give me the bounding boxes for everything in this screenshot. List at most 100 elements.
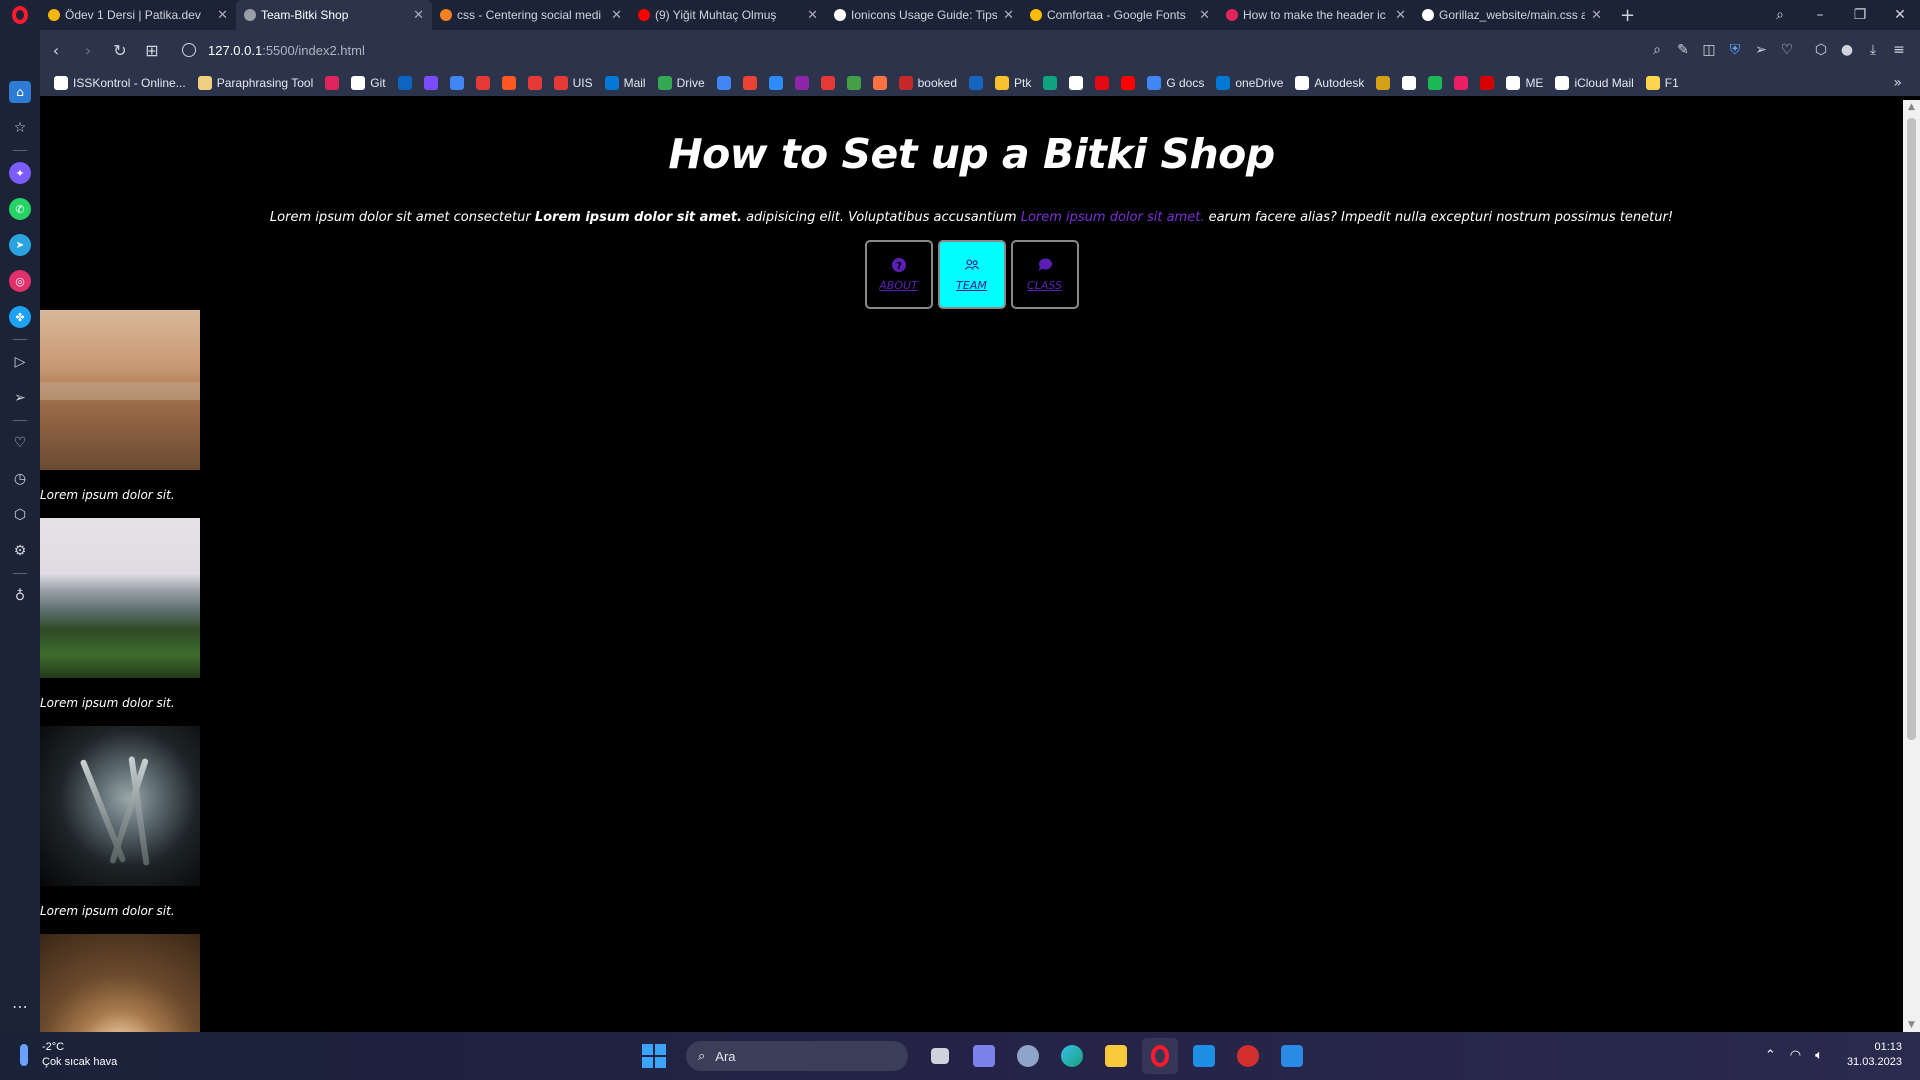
snapshot-icon[interactable]: ◫ — [1696, 42, 1722, 58]
settings-gear-icon[interactable]: ⚙ — [9, 540, 31, 562]
bookmark-item[interactable]: oneDrive — [1216, 76, 1283, 90]
edge-icon[interactable] — [1054, 1038, 1090, 1074]
bookmark-item[interactable]: Drive — [657, 76, 705, 90]
bookmark-item[interactable] — [1069, 76, 1084, 90]
bookmark-item[interactable] — [1095, 76, 1110, 90]
back-button[interactable]: ‹ — [40, 41, 72, 60]
bookmark-item[interactable] — [872, 76, 887, 90]
adblock-shield-icon[interactable]: ⛨ — [1722, 42, 1748, 58]
messenger-icon[interactable]: ✦ — [9, 162, 31, 184]
bookmark-item[interactable] — [325, 76, 340, 90]
send-icon[interactable]: ➢ — [1748, 42, 1774, 58]
home-icon[interactable]: ⌂ — [9, 81, 31, 103]
tab-close-icon[interactable]: ✕ — [1591, 7, 1602, 23]
bookmark-item[interactable]: booked — [898, 76, 957, 90]
file-explorer-icon[interactable] — [1098, 1038, 1134, 1074]
bookmark-item[interactable] — [742, 76, 757, 90]
new-tab-button[interactable]: + — [1610, 5, 1645, 26]
bookmark-item[interactable]: F1 — [1645, 76, 1679, 90]
browser-tab[interactable]: css - Centering social medi ✕ — [432, 0, 630, 30]
profile-avatar-icon[interactable]: ● — [1834, 42, 1860, 58]
bookmark-item[interactable] — [1121, 76, 1136, 90]
volume-icon[interactable]: 🔈︎ — [1815, 1047, 1823, 1063]
tab-close-icon[interactable]: ✕ — [217, 7, 228, 23]
tips-lightbulb-icon[interactable]: ♁ — [9, 585, 31, 607]
bookmark-item[interactable]: Mail — [604, 76, 646, 90]
bookmarks-heart-icon[interactable]: ♡ — [9, 432, 31, 454]
bookmarks-overflow-button[interactable]: » — [1893, 75, 1902, 91]
browser-tab[interactable]: Comfortaa - Google Fonts ✕ — [1022, 0, 1218, 30]
taskbar-search[interactable]: ⌕ Ara — [686, 1041, 908, 1071]
twitter-icon[interactable]: ✤ — [9, 306, 31, 328]
start-button[interactable] — [636, 1038, 672, 1074]
bookmark-item[interactable] — [716, 76, 731, 90]
tab-close-icon[interactable]: ✕ — [1003, 7, 1014, 23]
scrollbar-thumb[interactable] — [1907, 118, 1916, 740]
bookmark-item[interactable]: ISSKontrol - Online... — [54, 76, 186, 90]
bookmark-item[interactable] — [846, 76, 861, 90]
vscode-icon[interactable] — [1274, 1038, 1310, 1074]
bookmark-item[interactable]: Autodesk — [1295, 76, 1364, 90]
bookmark-item[interactable] — [527, 76, 542, 90]
tab-close-icon[interactable]: ✕ — [1395, 7, 1406, 23]
bookmark-item[interactable] — [1043, 76, 1058, 90]
bookmark-item[interactable] — [969, 76, 983, 90]
settings-app-icon[interactable] — [1010, 1038, 1046, 1074]
bookmark-item[interactable] — [1428, 76, 1443, 90]
browser-tab[interactable]: Team-Bitki Shop ✕ — [236, 0, 432, 30]
browser-tab[interactable]: How to make the header ic ✕ — [1218, 0, 1414, 30]
reload-button[interactable]: ↻ — [104, 41, 136, 60]
site-info-icon[interactable] — [182, 43, 196, 57]
player-icon[interactable]: ▷ — [9, 351, 31, 373]
flow-send-icon[interactable]: ➢ — [9, 387, 31, 409]
edit-icon[interactable]: ✎ — [1670, 42, 1696, 58]
minimize-button[interactable]: – — [1800, 7, 1840, 23]
bookmark-item[interactable] — [397, 76, 412, 90]
bookmark-item[interactable]: Paraphrasing Tool — [197, 76, 313, 90]
bookmark-item[interactable]: G docs — [1147, 76, 1204, 90]
bookmark-item[interactable] — [475, 76, 490, 90]
bookmark-item[interactable] — [1480, 76, 1495, 90]
team-button[interactable]: TEAM — [937, 240, 1006, 309]
scroll-down-arrow[interactable]: ▼ — [1903, 1020, 1920, 1030]
page-scrollbar[interactable]: ▲ ▼ — [1903, 100, 1920, 1032]
instagram-icon[interactable]: ◎ — [9, 270, 31, 292]
task-view-icon[interactable] — [922, 1038, 958, 1074]
bookmark-item[interactable]: UIS — [553, 76, 593, 90]
bookmark-item[interactable] — [423, 76, 438, 90]
tab-close-icon[interactable]: ✕ — [807, 7, 818, 23]
app-red-icon[interactable] — [1230, 1038, 1266, 1074]
star-icon[interactable]: ☆ — [9, 117, 31, 139]
search-tabs-icon[interactable]: ⌕ — [1760, 7, 1800, 23]
bookmark-item[interactable] — [794, 76, 809, 90]
bookmark-item[interactable] — [1402, 76, 1417, 90]
bookmark-item[interactable] — [820, 76, 835, 90]
intro-link[interactable]: Lorem ipsum dolor sit amet. — [1021, 210, 1205, 225]
zoom-icon[interactable]: ⌕ — [1644, 42, 1670, 58]
clock[interactable]: 01:13 31.03.2023 — [1847, 1040, 1902, 1070]
bookmark-item[interactable]: Git — [351, 76, 386, 90]
teams-chat-icon[interactable] — [966, 1038, 1002, 1074]
telegram-icon[interactable]: ➤ — [9, 234, 31, 256]
bookmark-item[interactable] — [768, 76, 783, 90]
whatsapp-icon[interactable]: ✆ — [9, 198, 31, 220]
bookmark-item[interactable] — [449, 76, 464, 90]
more-options-icon[interactable]: ⋯ — [12, 997, 28, 1016]
class-button[interactable]: CLASS — [1010, 240, 1079, 309]
tab-close-icon[interactable]: ✕ — [611, 7, 622, 23]
url-field[interactable]: 127.0.0.1:5500/index2.html — [182, 43, 365, 58]
browser-tab[interactable]: Gorillaz_website/main.css a ✕ — [1414, 0, 1610, 30]
bookmark-item[interactable]: ME — [1506, 76, 1543, 90]
wifi-icon[interactable]: ◠ — [1790, 1047, 1801, 1063]
opera-taskbar-icon[interactable] — [1142, 1038, 1178, 1074]
restore-button[interactable]: ❐ — [1840, 7, 1880, 23]
mail-app-icon[interactable] — [1186, 1038, 1222, 1074]
about-button[interactable]: ? ABOUT — [864, 240, 933, 309]
downloads-icon[interactable]: ⤓ — [1860, 42, 1886, 58]
easy-setup-icon[interactable]: ≡ — [1886, 42, 1912, 58]
extensions-icon[interactable]: ⬡ — [9, 504, 31, 526]
bookmark-item[interactable] — [1376, 76, 1391, 90]
close-window-button[interactable]: ✕ — [1880, 7, 1920, 23]
extensions-cube-icon[interactable]: ⬡ — [1808, 42, 1834, 58]
browser-tab[interactable]: (9) Yiğit Muhtaç Olmuş ✕ — [630, 0, 826, 30]
